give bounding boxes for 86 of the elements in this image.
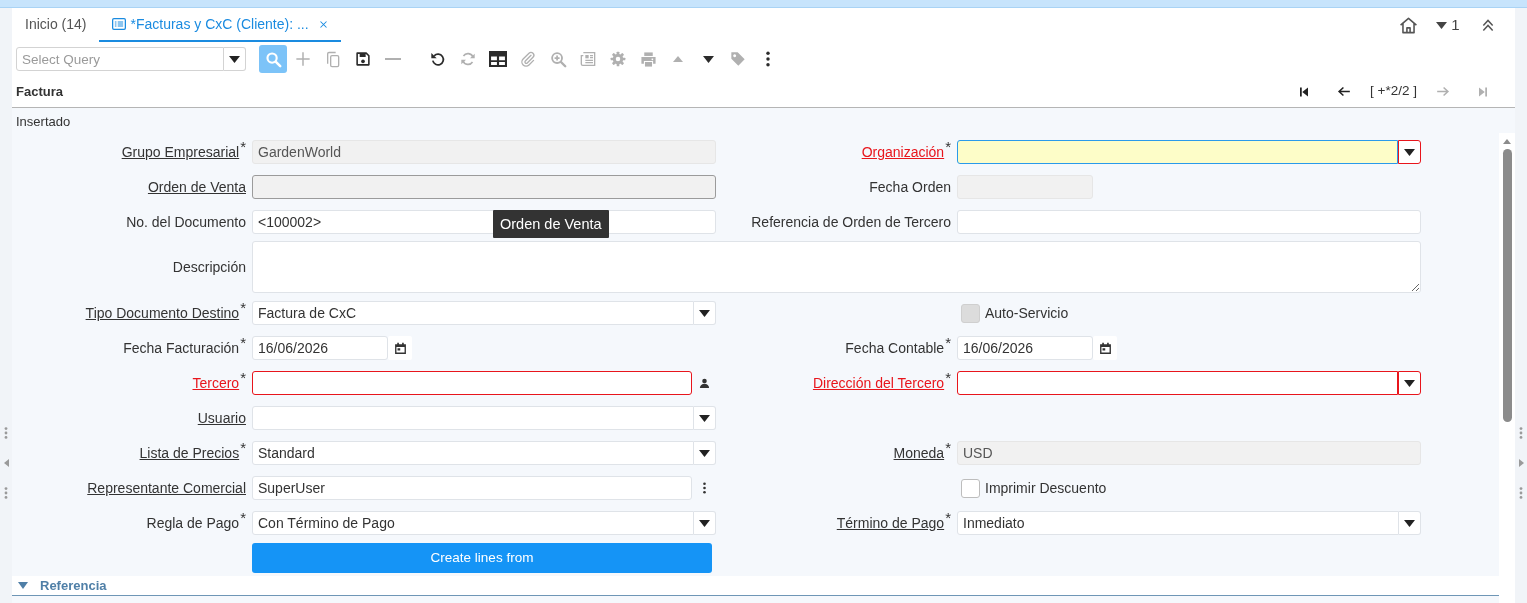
dropdown-field[interactable]: Standard	[252, 441, 694, 465]
scrollbar-thumb[interactable]	[1502, 149, 1512, 422]
grip-icon	[4, 427, 8, 439]
caret-left-icon[interactable]	[3, 459, 9, 467]
calendar-button[interactable]	[1093, 336, 1117, 360]
newspaper-icon	[580, 51, 596, 67]
arrow-right-icon	[1436, 85, 1450, 98]
field-label: Usuario	[197, 408, 246, 428]
section-header[interactable]: Referencia	[12, 576, 1499, 596]
text-field[interactable]	[252, 175, 716, 199]
dropdown-field[interactable]: Factura de CxC	[252, 301, 694, 325]
date-field[interactable]: 16/06/2026	[957, 336, 1093, 360]
printer-icon	[639, 50, 657, 68]
dropdown-button[interactable]	[1398, 371, 1421, 395]
field-label: Descripción	[172, 258, 246, 277]
calendar-icon	[393, 341, 407, 355]
tab[interactable]: Inicio (14)	[12, 8, 100, 42]
select-query-field[interactable]: Select Query	[16, 47, 224, 71]
caret-down-icon	[1404, 519, 1415, 527]
dropdown-button[interactable]	[1398, 140, 1421, 164]
field-label: Referencia de Orden de Tercero	[751, 212, 951, 232]
search-button[interactable]	[259, 45, 287, 73]
plus-icon	[295, 51, 311, 67]
caret-down-icon	[699, 414, 710, 422]
search-icon	[264, 50, 282, 68]
dropdown-field[interactable]: Con Término de Pago	[252, 511, 694, 535]
more-icon	[766, 51, 770, 67]
copy-icon	[325, 50, 341, 68]
caret-down-icon	[1404, 379, 1415, 387]
record-position: [ +*2/2 ]	[1370, 82, 1417, 101]
grip-icon	[1519, 427, 1523, 439]
more-icon	[702, 482, 706, 494]
home-icon	[1398, 15, 1418, 35]
date-field[interactable]: 16/06/2026	[252, 336, 388, 360]
chevrons-up-icon	[1481, 17, 1495, 33]
close-icon[interactable]	[318, 19, 328, 29]
refresh-icon	[460, 51, 476, 67]
status-text: Insertado	[16, 113, 71, 130]
calendar-icon	[1098, 341, 1112, 355]
caret-down-icon	[229, 55, 240, 63]
table-icon	[489, 51, 507, 67]
caret-up-icon[interactable]	[1503, 139, 1511, 144]
text-field[interactable]: GardenWorld	[252, 140, 716, 164]
caret-down-icon	[702, 55, 714, 63]
text-field[interactable]: SuperUser	[252, 476, 692, 500]
caret-right-icon[interactable]	[1518, 459, 1524, 467]
field-label: Orden de Venta	[147, 177, 246, 197]
field-label: Fecha Orden	[869, 177, 951, 197]
calendar-button[interactable]	[388, 336, 412, 360]
caret-down-icon	[699, 309, 710, 317]
dropdown-field[interactable]	[957, 371, 1398, 395]
caret-down-icon	[699, 519, 710, 527]
skip-forward-icon	[1477, 85, 1489, 98]
description-field[interactable]	[252, 241, 1421, 293]
checkbox-label: Auto-Servicio	[985, 303, 1069, 323]
search-field[interactable]	[252, 371, 692, 395]
tab[interactable]: *Facturas y CxC (Cliente): ...	[99, 8, 341, 42]
panel-title: Factura	[16, 82, 63, 101]
window-count-button[interactable]: 1	[1434, 11, 1462, 39]
dropdown-field[interactable]	[957, 140, 1398, 164]
dropdown-field[interactable]: Inmediato	[957, 511, 1399, 535]
caret-down-icon	[1436, 21, 1448, 29]
field-label: Representante Comercial	[87, 478, 246, 498]
caret-down-icon	[18, 582, 28, 589]
grip-icon	[4, 487, 8, 499]
person-icon	[698, 377, 710, 389]
tooltip: Orden de Venta	[493, 210, 609, 238]
arrow-left-icon	[1337, 85, 1352, 98]
text-field[interactable]: USD	[957, 441, 1421, 465]
tag-icon	[730, 51, 746, 67]
grip-icon	[1519, 487, 1523, 499]
scrollbar[interactable]	[1499, 133, 1515, 603]
settings-icon	[610, 51, 626, 67]
skip-back-icon	[1298, 85, 1311, 98]
list-icon	[112, 18, 127, 30]
minus-icon	[385, 58, 401, 60]
checkbox-label: Imprimir Descuento	[985, 478, 1107, 498]
query-dropdown-button[interactable]	[224, 47, 246, 71]
checkbox[interactable]	[961, 478, 980, 498]
caret-up-icon	[673, 56, 683, 62]
caret-down-icon	[1404, 148, 1415, 156]
undo-icon	[430, 51, 446, 67]
zoom-in-icon	[549, 50, 567, 68]
field-label: No. del Documento	[126, 212, 246, 232]
paperclip-icon	[520, 51, 536, 67]
caret-down-icon	[699, 449, 710, 457]
